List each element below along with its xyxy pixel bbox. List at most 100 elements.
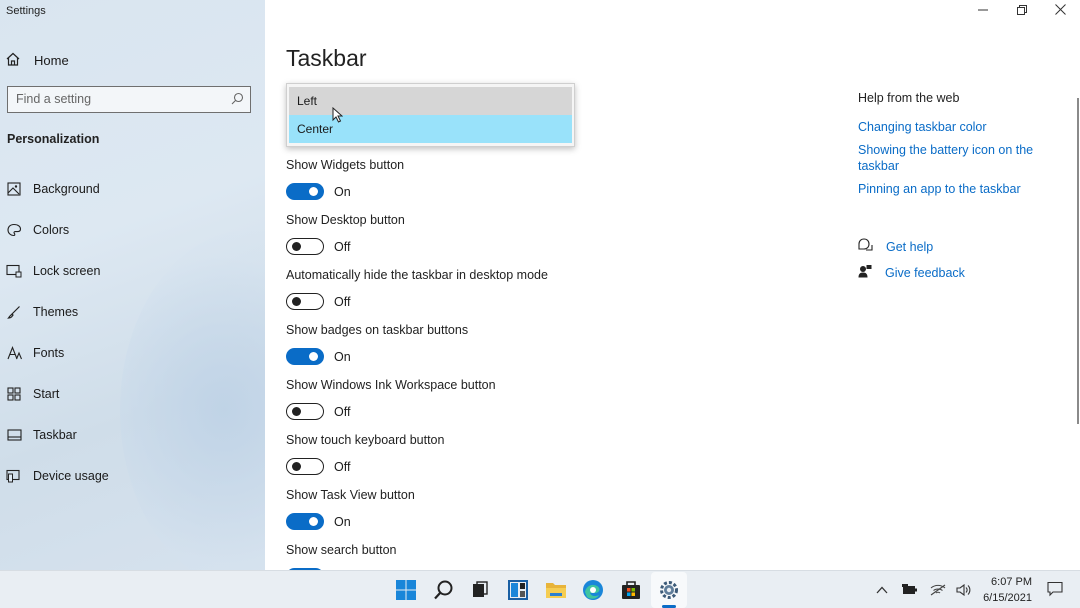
mouse-cursor-icon [332, 106, 344, 126]
sidebar-item-lock-screen[interactable]: Lock screen [6, 262, 109, 303]
widgets-toggle[interactable] [286, 183, 324, 200]
setting-autohide: Automatically hide the taskbar in deskto… [286, 268, 548, 310]
setting-label: Show Windows Ink Workspace button [286, 378, 496, 392]
sidebar-item-device-usage[interactable]: Device usage [6, 467, 109, 508]
sidebar-item-label: Fonts [33, 346, 65, 360]
wallpaper-swirl [120, 230, 265, 570]
battery-icon[interactable] [901, 581, 919, 599]
search-box[interactable] [7, 86, 251, 113]
settings-gear-icon[interactable] [657, 579, 681, 601]
help-title: Help from the web [858, 91, 960, 105]
search-icon[interactable] [231, 92, 244, 108]
brush-icon [6, 304, 22, 320]
setting-ink-workspace: Show Windows Ink Workspace button Off [286, 378, 496, 420]
help-link-taskbar-color[interactable]: Changing taskbar color [858, 119, 1058, 135]
widgets-icon[interactable] [506, 579, 530, 601]
edge-icon[interactable] [581, 579, 605, 601]
sidebar-home[interactable]: Home [6, 50, 69, 70]
help-link-pinning-app[interactable]: Pinning an app to the taskbar [858, 181, 1058, 197]
sidebar-item-colors[interactable]: Colors [6, 221, 109, 262]
clock-time: 6:07 PM [991, 576, 1032, 588]
setting-label: Show badges on taskbar buttons [286, 323, 469, 337]
desktop-toggle[interactable] [286, 238, 324, 255]
picture-icon [6, 181, 22, 197]
close-icon [1055, 4, 1066, 18]
system-clock[interactable]: 6:07 PM 6/15/2021 [983, 574, 1032, 606]
device-usage-icon [6, 468, 22, 484]
get-help-link[interactable]: Get help [858, 238, 933, 255]
sidebar-item-label: Lock screen [33, 264, 101, 278]
home-icon [6, 52, 20, 69]
minimize-button[interactable] [963, 0, 1002, 22]
sidebar-item-background[interactable]: Background [6, 180, 109, 221]
setting-label: Show Desktop button [286, 213, 405, 227]
toggle-state: Off [334, 294, 351, 309]
give-feedback-link[interactable]: Give feedback [858, 264, 965, 281]
search-icon[interactable] [432, 579, 456, 601]
windows-start-icon[interactable] [394, 579, 418, 601]
search-input[interactable] [16, 87, 226, 111]
home-label: Home [34, 52, 69, 68]
sidebar-item-start[interactable]: Start [6, 385, 109, 426]
chevron-up-icon[interactable] [873, 581, 891, 599]
sidebar-item-label: Device usage [33, 469, 109, 483]
setting-label: Show search button [286, 543, 397, 557]
sidebar-item-label: Taskbar [33, 428, 77, 442]
fonts-icon [6, 345, 22, 361]
toggle-state: Off [334, 404, 351, 419]
app-title: Settings [6, 5, 46, 17]
setting-task-view: Show Task View button On [286, 488, 415, 530]
section-title: Personalization [7, 132, 100, 146]
page-title: Taskbar [286, 45, 367, 71]
get-help-icon [858, 238, 873, 255]
restore-button[interactable] [1002, 0, 1041, 22]
help-link-battery-icon[interactable]: Showing the battery icon on the taskbar [858, 142, 1058, 174]
scrollbar[interactable] [1077, 98, 1079, 424]
give-feedback-label: Give feedback [885, 265, 965, 280]
sidebar-item-label: Start [33, 387, 60, 401]
sidebar-item-fonts[interactable]: Fonts [6, 344, 109, 385]
sidebar-item-label: Colors [33, 223, 70, 237]
task-view-toggle[interactable] [286, 513, 324, 530]
task-view-icon[interactable] [468, 579, 492, 601]
window-controls [963, 0, 1080, 22]
sidebar-item-label: Background [33, 182, 100, 196]
taskbar-icon [6, 427, 22, 443]
lock-screen-icon [6, 263, 22, 279]
badges-toggle[interactable] [286, 348, 324, 365]
ink-workspace-toggle[interactable] [286, 403, 324, 420]
store-icon[interactable] [619, 579, 643, 601]
setting-badges: Show badges on taskbar buttons On [286, 323, 468, 365]
get-help-label: Get help [886, 239, 934, 254]
file-explorer-icon[interactable] [544, 579, 568, 601]
sidebar-item-taskbar[interactable]: Taskbar [6, 426, 109, 467]
wifi-icon[interactable] [929, 581, 947, 599]
volume-icon[interactable] [955, 581, 973, 599]
touch-keyboard-toggle[interactable] [286, 458, 324, 475]
restore-icon [1016, 4, 1027, 18]
sidebar: Settings Home Personalization Background… [0, 0, 265, 570]
setting-label: Show Task View button [286, 488, 415, 502]
clock-date: 6/15/2021 [983, 592, 1032, 604]
setting-widgets: Show Widgets button On [286, 158, 404, 200]
setting-touch-keyboard: Show touch keyboard button Off [286, 433, 444, 475]
sidebar-nav: Background Colors Lock screen Themes Fon… [6, 180, 109, 508]
toggle-state: Off [334, 239, 351, 254]
toggle-state: On [334, 514, 351, 529]
palette-icon [6, 222, 22, 238]
close-button[interactable] [1041, 0, 1080, 22]
autohide-toggle[interactable] [286, 293, 324, 310]
alignment-dropdown[interactable]: Left Center [286, 83, 575, 147]
main-content: Taskbar Show Widgets button On Show Desk… [265, 0, 1080, 585]
setting-label: Show touch keyboard button [286, 433, 445, 447]
setting-label: Automatically hide the taskbar in deskto… [286, 268, 548, 282]
start-grid-icon [6, 386, 22, 402]
sidebar-item-themes[interactable]: Themes [6, 303, 109, 344]
toggle-state: On [334, 349, 351, 364]
minimize-icon [977, 4, 988, 18]
setting-desktop: Show Desktop button Off [286, 213, 405, 255]
taskbar: 6:07 PM 6/15/2021 [0, 570, 1080, 608]
notification-icon[interactable] [1047, 581, 1063, 600]
toggle-state: Off [334, 459, 351, 474]
help-panel: Help from the web Changing taskbar color… [858, 91, 1058, 197]
